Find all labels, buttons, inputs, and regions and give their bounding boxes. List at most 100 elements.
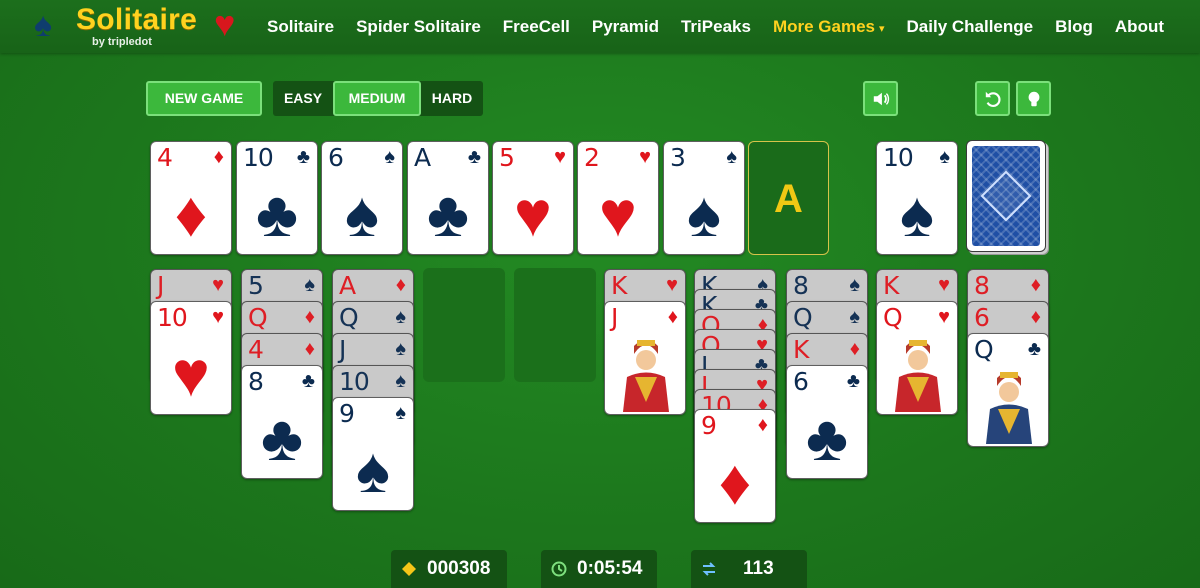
tableau-card[interactable]: Q ♥ (876, 301, 958, 415)
card-rank: K (883, 271, 899, 300)
undo-button[interactable] (975, 81, 1010, 116)
card-center-suit-icon: ♥ (514, 178, 552, 250)
chevron-down-icon: ▾ (878, 22, 885, 35)
face-card-portrait-icon (623, 340, 669, 412)
card-suit-icon: ♠ (849, 274, 860, 296)
card-rank: 3 (670, 143, 686, 172)
card-suit-icon: ♣ (467, 146, 481, 168)
card-suit-icon: ♥ (938, 306, 950, 328)
top-row-card[interactable]: 4 ♦ ♦ (150, 141, 232, 255)
card-center-suit-icon: ♦ (718, 446, 752, 518)
card-rank: 8 (793, 271, 809, 300)
logo-title: Solitaire (76, 3, 198, 36)
card-suit-icon: ♠ (726, 146, 737, 168)
card-suit-icon: ♠ (304, 274, 315, 296)
card-rank: 4 (248, 335, 264, 364)
nav-solitaire[interactable]: Solitaire (256, 17, 345, 37)
speaker-icon (873, 92, 889, 105)
card-suit-icon: ♥ (554, 146, 566, 168)
spade-logo-icon: ♠ (34, 6, 53, 44)
card-rank: 6 (793, 367, 809, 396)
card-rank: A (414, 143, 431, 172)
tableau-card[interactable]: 9 ♠ ♠ (332, 397, 414, 511)
nav-spider-solitaire[interactable]: Spider Solitaire (345, 17, 492, 37)
card-rank: 4 (157, 143, 173, 172)
score-value: 000308 (427, 558, 491, 579)
tableau-card[interactable]: 9 ♦ ♦ (694, 409, 776, 523)
card-suit-icon: ♦ (304, 338, 315, 360)
card-center-suit-icon: ♦ (174, 178, 208, 250)
card-rank: 5 (499, 143, 515, 172)
card-center-suit-icon: ♣ (806, 402, 848, 474)
difficulty-medium[interactable]: MEDIUM (333, 81, 421, 116)
solitaire-logo[interactable]: ♠ Solitaire by tripledot ♥ (30, 2, 250, 50)
tableau-card[interactable]: 8 ♣ ♣ (241, 365, 323, 479)
card-rank: J (611, 303, 618, 332)
card-rank: 8 (248, 367, 264, 396)
card-rank: 10 (243, 143, 274, 172)
empty-tableau-slot[interactable] (514, 268, 596, 382)
card-center-suit-icon: ♣ (427, 178, 469, 250)
top-row-card[interactable]: 10 ♣ ♣ (236, 141, 318, 255)
card-suit-icon: ♥ (666, 274, 678, 296)
card-center-suit-icon: ♥ (599, 178, 637, 250)
nav-daily-challenge[interactable]: Daily Challenge (896, 17, 1045, 37)
card-back-pattern (972, 146, 1040, 246)
card-rank: Q (793, 303, 813, 332)
nav-more-games[interactable]: More Games ▾ (762, 17, 896, 37)
top-row-card[interactable]: A ♣ ♣ (407, 141, 489, 255)
card-rank: 8 (974, 271, 990, 300)
clock-icon (551, 561, 567, 577)
nav-more-games-label: More Games (772, 16, 875, 36)
card-suit-icon: ♠ (395, 306, 406, 328)
tableau-card[interactable]: Q ♣ (967, 333, 1049, 447)
foundation-slot[interactable]: A (748, 141, 829, 255)
card-suit-icon: ♦ (1030, 274, 1041, 296)
card-suit-icon: ♦ (304, 306, 315, 328)
swap-arrows-icon (702, 562, 716, 576)
nav-pyramid[interactable]: Pyramid (581, 17, 670, 37)
card-rank: 10 (157, 303, 188, 332)
card-center-suit-icon: ♠ (687, 178, 721, 250)
card-center-suit-icon: ♠ (356, 434, 390, 506)
card-rank: 6 (974, 303, 990, 332)
heart-logo-icon: ♥ (214, 3, 236, 44)
nav-tripeaks[interactable]: TriPeaks (670, 17, 762, 37)
nav-blog[interactable]: Blog (1044, 17, 1104, 37)
card-rank: K (611, 271, 627, 300)
difficulty-selector: EASY MEDIUM HARD (273, 81, 483, 116)
hint-button[interactable] (1016, 81, 1051, 116)
empty-tableau-slot[interactable] (423, 268, 505, 382)
card-suit-icon: ♥ (938, 274, 950, 296)
card-suit-icon: ♠ (939, 146, 950, 168)
card-suit-icon: ♠ (849, 306, 860, 328)
card-suit-icon: ♦ (667, 306, 678, 328)
top-row-card[interactable]: 2 ♥ ♥ (577, 141, 659, 255)
tableau-card[interactable]: 6 ♣ ♣ (786, 365, 868, 479)
difficulty-easy[interactable]: EASY (273, 81, 333, 116)
stock-pile[interactable] (966, 140, 1046, 252)
difficulty-hard[interactable]: HARD (421, 81, 483, 116)
top-row-card[interactable]: 5 ♥ ♥ (492, 141, 574, 255)
card-center-suit-icon: ♠ (345, 178, 379, 250)
diamond-coin-icon (402, 562, 416, 576)
score-display: 000308 (391, 550, 507, 588)
new-game-button[interactable]: NEW GAME (146, 81, 262, 116)
card-rank: J (157, 271, 164, 300)
logo-byline: by tripledot (92, 36, 152, 48)
tableau-card[interactable]: 10 ♥ ♥ (150, 301, 232, 415)
card-suit-icon: ♦ (213, 146, 224, 168)
sound-button[interactable] (863, 81, 898, 116)
card-center-suit-icon: ♠ (900, 178, 934, 250)
nav-about[interactable]: About (1104, 17, 1175, 37)
card-center-suit-icon: ♣ (261, 402, 303, 474)
card-center-suit-icon: ♥ (172, 338, 210, 410)
top-row-card[interactable]: 3 ♠ ♠ (663, 141, 745, 255)
card-rank: Q (883, 303, 903, 332)
card-suit-icon: ♣ (296, 146, 310, 168)
undo-icon (985, 91, 1000, 107)
waste-card[interactable]: 10 ♠ ♠ (876, 141, 958, 255)
tableau-card[interactable]: J ♦ (604, 301, 686, 415)
nav-freecell[interactable]: FreeCell (492, 17, 581, 37)
top-row-card[interactable]: 6 ♠ ♠ (321, 141, 403, 255)
